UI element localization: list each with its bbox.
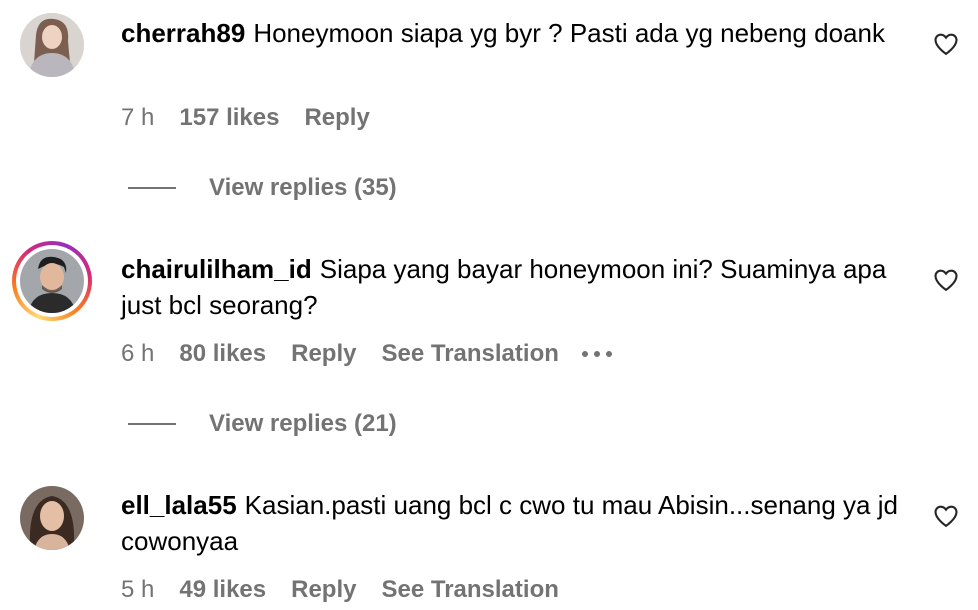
comment-username[interactable]: cherrah89 — [121, 18, 245, 48]
comment-text: cherrah89 Honeymoon siapa yg byr ? Pasti … — [121, 15, 911, 51]
see-translation-button[interactable]: See Translation — [381, 340, 558, 368]
comment-body: Honeymoon siapa yg byr ? Pasti ada yg ne… — [253, 18, 885, 48]
comment-username[interactable]: chairulilham_id — [121, 254, 312, 284]
replies-divider — [128, 423, 176, 425]
comment-text: chairulilham_id Siapa yang bayar honeymoo… — [121, 251, 911, 323]
comment-text: ell_lala55 Kasian.pasti uang bcl c cwo tu… — [121, 487, 911, 559]
avatar[interactable] — [20, 13, 84, 77]
avatar-image — [20, 13, 84, 77]
reply-button[interactable]: Reply — [291, 576, 356, 604]
heart-outline-icon[interactable] — [932, 266, 960, 294]
comment-body: Kasian.pasti uang bcl c cwo tu mau Abisi… — [121, 490, 898, 556]
likes-count[interactable]: 157 likes — [179, 104, 279, 132]
avatar — [20, 249, 84, 313]
comment-meta: 7 h 157 likes Reply — [121, 104, 395, 132]
likes-count[interactable]: 80 likes — [179, 340, 266, 368]
view-replies-button[interactable]: View replies (35) — [128, 174, 397, 202]
likes-count[interactable]: 49 likes — [179, 576, 266, 604]
comment-username[interactable]: ell_lala55 — [121, 490, 237, 520]
view-replies-label: View replies (21) — [209, 410, 397, 437]
see-translation-button[interactable]: See Translation — [381, 576, 558, 604]
replies-divider — [128, 187, 176, 189]
comment-time: 6 h — [121, 340, 155, 367]
comment-time: 7 h — [121, 104, 155, 131]
avatar-story-ring[interactable] — [12, 241, 92, 321]
heart-outline-icon[interactable] — [932, 30, 960, 58]
view-replies-label: View replies (35) — [209, 174, 397, 201]
avatar-image — [20, 486, 84, 550]
reply-button[interactable]: Reply — [304, 104, 369, 132]
more-options-icon[interactable] — [581, 351, 612, 357]
comment-meta: 5 h 49 likes Reply See Translation — [121, 576, 584, 604]
comment-meta: 6 h 80 likes Reply See Translation — [121, 340, 612, 368]
reply-button[interactable]: Reply — [291, 340, 356, 368]
view-replies-button[interactable]: View replies (21) — [128, 410, 397, 438]
avatar-image — [20, 249, 84, 313]
heart-outline-icon[interactable] — [932, 502, 960, 530]
comment-time: 5 h — [121, 576, 155, 603]
avatar[interactable] — [20, 486, 84, 550]
